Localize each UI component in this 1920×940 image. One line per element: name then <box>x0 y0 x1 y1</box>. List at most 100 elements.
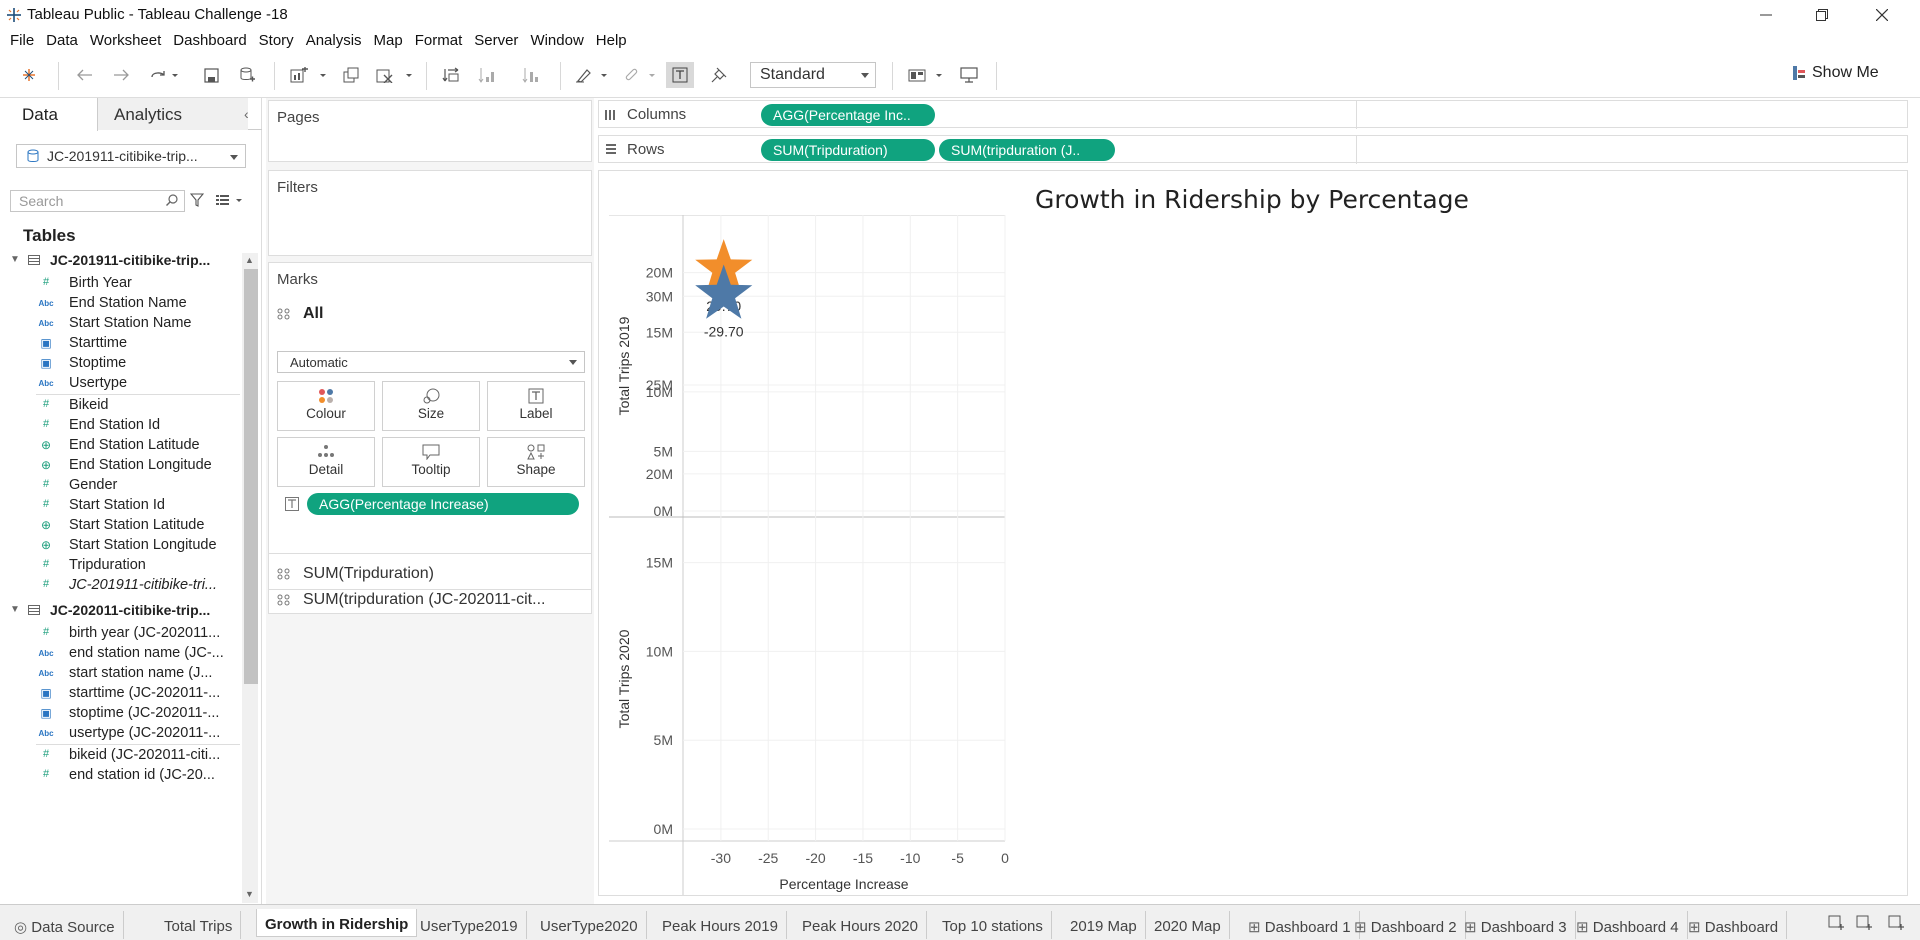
tooltip-button[interactable]: Tooltip <box>382 437 480 487</box>
replay-button[interactable] <box>148 62 180 88</box>
columns-shelf[interactable]: Columns AGG(Percentage Inc.. <box>598 100 1908 129</box>
show-cards-button[interactable] <box>906 62 946 88</box>
field-item[interactable]: ⊕ End Station Longitude <box>0 455 240 477</box>
redo-button[interactable] <box>110 62 132 88</box>
minimize-button[interactable] <box>1738 0 1794 30</box>
field-item[interactable]: # bikeid (JC-202011-citi... <box>0 745 240 767</box>
table-group-2020[interactable]: ▼ JC-202011-citibike-trip... <box>0 600 240 622</box>
field-item[interactable]: Abc Start Station Name <box>0 313 240 335</box>
tab-data[interactable]: Data <box>0 98 98 131</box>
marks-card-tripduration-2019[interactable]: SUM(Tripduration) <box>277 565 434 583</box>
clear-sheet-button[interactable] <box>374 62 414 88</box>
mark-type-select[interactable]: Automatic <box>277 351 585 373</box>
pages-shelf[interactable]: Pages <box>268 100 592 162</box>
marks-card-tripduration-2020[interactable]: SUM(tripduration (JC-202011-cit... <box>277 591 545 609</box>
field-item[interactable]: ▣ stoptime (JC-202011-... <box>0 703 240 725</box>
fix-axes-button[interactable] <box>708 62 730 88</box>
field-item[interactable]: ⊕ End Station Latitude <box>0 435 240 457</box>
sheet-tab[interactable]: ⊞ Dashboard 1 <box>1240 911 1360 939</box>
new-datasource-button[interactable] <box>236 62 258 88</box>
group-members-button[interactable] <box>622 62 658 88</box>
field-item[interactable]: Abc End Station Name <box>0 293 240 315</box>
field-item[interactable]: ▣ Starttime <box>0 333 240 355</box>
duplicate-sheet-button[interactable] <box>340 62 362 88</box>
table-group-2019[interactable]: ▼ JC-201911-citibike-trip... <box>0 250 240 272</box>
collapse-pane-icon[interactable]: ‹ <box>244 106 249 122</box>
filter-icon[interactable] <box>190 193 204 207</box>
sheet-tab[interactable]: ⊞ Dashboard 2 <box>1346 911 1466 939</box>
field-item[interactable]: # birth year (JC-202011... <box>0 623 240 645</box>
new-sheet-icon[interactable] <box>1888 915 1904 931</box>
show-mark-labels-button[interactable] <box>666 62 694 88</box>
field-item[interactable]: Abc Usertype <box>0 373 240 395</box>
sheet-tab[interactable]: Growth in Ridership <box>256 909 418 937</box>
scroll-down-icon[interactable]: ▼ <box>245 889 254 899</box>
menu-story[interactable]: Story <box>253 30 300 52</box>
field-item[interactable]: # Gender <box>0 475 240 497</box>
menu-file[interactable]: File <box>4 30 40 52</box>
rows-shelf[interactable]: Rows SUM(Tripduration) SUM(tripduration … <box>598 135 1908 164</box>
detail-button[interactable]: Detail <box>277 437 375 487</box>
field-item[interactable]: # Start Station Id <box>0 495 240 517</box>
highlight-button[interactable] <box>574 62 610 88</box>
sheet-tab[interactable]: 2020 Map <box>1146 911 1230 939</box>
menu-worksheet[interactable]: Worksheet <box>84 30 167 52</box>
sheet-tab[interactable]: ⊞ Dashboard <box>1680 911 1788 939</box>
field-item[interactable]: ▣ Stoptime <box>0 353 240 375</box>
sheet-tab[interactable]: UserType2020 <box>532 911 647 939</box>
scatter-chart[interactable]: -30 -25 -20 -15 -10 -5 0 Percentage Increase 0M 5… <box>599 215 1019 895</box>
field-item[interactable]: # End Station Id <box>0 415 240 437</box>
undo-button[interactable] <box>74 62 96 88</box>
sheet-tab[interactable]: Peak Hours 2019 <box>654 911 787 939</box>
size-button[interactable]: Size <box>382 381 480 431</box>
new-story-icon[interactable] <box>1856 915 1872 931</box>
field-item[interactable]: Abc start station name (J... <box>0 663 240 685</box>
filters-shelf[interactable]: Filters <box>268 170 592 256</box>
menu-data[interactable]: Data <box>40 30 84 52</box>
sheet-tab[interactable]: Peak Hours 2020 <box>794 911 927 939</box>
shape-button[interactable]: Shape <box>487 437 585 487</box>
field-item[interactable]: ⊕ Start Station Latitude <box>0 515 240 537</box>
menu-dashboard[interactable]: Dashboard <box>167 30 252 52</box>
maximize-button[interactable] <box>1794 0 1850 30</box>
presentation-mode-button[interactable] <box>958 62 980 88</box>
menu-analysis[interactable]: Analysis <box>300 30 368 52</box>
new-worksheet-button[interactable] <box>288 62 328 88</box>
scroll-up-icon[interactable]: ▲ <box>245 255 254 265</box>
field-item[interactable]: ▣ starttime (JC-202011-... <box>0 683 240 705</box>
menu-server[interactable]: Server <box>468 30 524 52</box>
field-item[interactable]: # Birth Year <box>0 273 240 295</box>
field-item[interactable]: Abc end station name (JC-... <box>0 643 240 665</box>
sheet-tab[interactable]: Total Trips <box>156 911 242 939</box>
field-item[interactable]: # end station id (JC-20... <box>0 765 240 787</box>
field-item[interactable]: # Tripduration <box>0 555 240 577</box>
field-item[interactable]: # JC-201911-citibike-tri... <box>0 575 240 597</box>
rows-pill-tripduration-2019[interactable]: SUM(Tripduration) <box>761 139 935 161</box>
rows-pill-tripduration-2020[interactable]: SUM(tripduration (J.. <box>939 139 1115 161</box>
view-options-icon[interactable] <box>216 194 244 206</box>
label-button[interactable]: Label <box>487 381 585 431</box>
sheet-tab[interactable]: ⊞ Dashboard 4 <box>1568 911 1688 939</box>
sort-ascending-button[interactable] <box>476 62 498 88</box>
tableau-home-button[interactable] <box>18 62 40 88</box>
swap-rows-columns-button[interactable] <box>440 62 462 88</box>
tab-analytics[interactable]: Analytics <box>98 98 248 130</box>
sheet-tab[interactable]: ⊞ Dashboard 3 <box>1456 911 1576 939</box>
scrollbar-thumb[interactable] <box>244 269 258 684</box>
menu-window[interactable]: Window <box>524 30 589 52</box>
new-dashboard-icon[interactable] <box>1828 915 1844 931</box>
datasource-select[interactable]: JC-201911-citibike-trip... <box>16 144 246 168</box>
field-item[interactable]: Abc usertype (JC-202011-... <box>0 723 240 745</box>
save-button[interactable] <box>200 62 222 88</box>
sheet-tab[interactable]: UserType2019 <box>412 911 527 939</box>
field-search-input[interactable]: Search <box>10 190 185 212</box>
menu-format[interactable]: Format <box>409 30 469 52</box>
label-pill-percentage-increase[interactable]: AGG(Percentage Increase) <box>307 493 579 515</box>
sheet-tab[interactable]: ◎ Data Source <box>6 911 124 939</box>
field-item[interactable]: ⊕ Start Station Longitude <box>0 535 240 557</box>
fit-select[interactable]: Standard <box>750 62 876 88</box>
sheet-tab[interactable]: Top 10 stations <box>934 911 1052 939</box>
menu-map[interactable]: Map <box>368 30 409 52</box>
sort-descending-button[interactable] <box>520 62 542 88</box>
marks-all-tab[interactable]: All <box>277 305 323 323</box>
